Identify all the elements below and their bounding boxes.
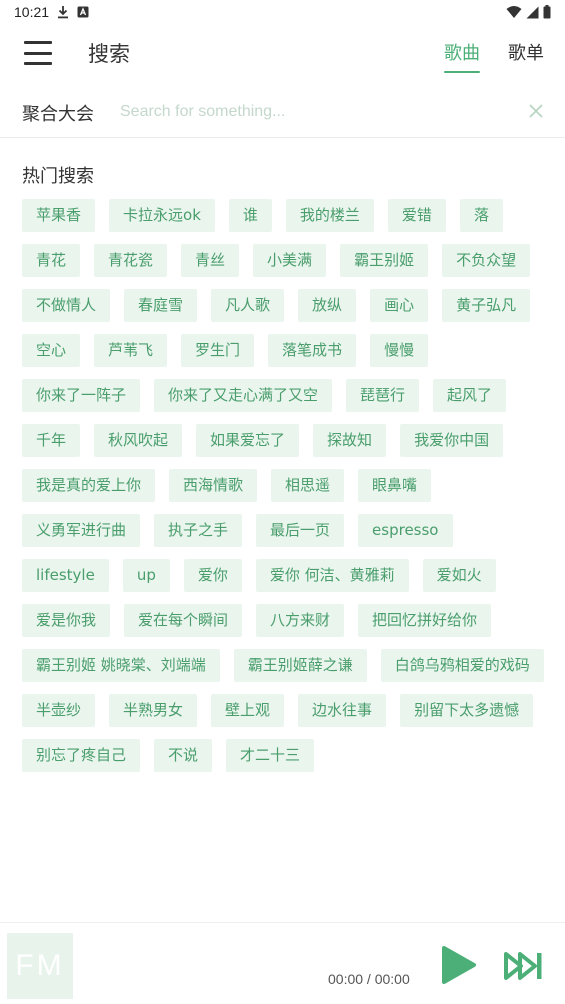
hot-search-tag[interactable]: 秋风吹起 (94, 424, 183, 457)
hot-search-tag[interactable]: 起风了 (433, 379, 507, 412)
hot-search-tag[interactable]: 执子之手 (154, 514, 243, 547)
hot-search-tag[interactable]: 爱你 何洁、黄雅莉 (255, 559, 409, 592)
hot-search-tag[interactable]: 春庭雪 (124, 289, 198, 322)
status-time: 10:21 (14, 4, 50, 20)
clear-icon[interactable] (527, 102, 545, 120)
hot-search-tag[interactable]: 霸王别姬薛之谦 (233, 649, 367, 682)
hot-search-tag[interactable]: 青丝 (181, 244, 240, 277)
tab-playlists[interactable]: 歌单 (508, 39, 544, 65)
notification-a-icon (77, 6, 89, 18)
hot-search-tags: 苹果香 卡拉永远ok 谁我的楼兰 爱错落青花 青花瓷 青丝 小美满 霸王别姬 不负众望不做情人春… (22, 199, 547, 772)
tab-songs-label: 歌曲 (444, 43, 480, 64)
hot-search-tag[interactable]: 爱你 (183, 559, 242, 592)
hot-search-tag[interactable]: 谁 (228, 199, 272, 232)
hot-search-tag[interactable]: 卡拉永远ok (109, 199, 215, 232)
hot-search-tag[interactable]: 壁上观 (211, 694, 285, 727)
search-input[interactable] (120, 98, 515, 126)
hot-search-tag[interactable]: 画心 (370, 289, 429, 322)
hot-search-tag[interactable]: 爱在每个瞬间 (124, 604, 243, 637)
hot-search-tag[interactable]: 别忘了疼自己 (22, 739, 141, 772)
hot-search-tag[interactable]: 小美满 (253, 244, 327, 277)
hot-search-tag[interactable]: 边水往事 (298, 694, 387, 727)
play-icon[interactable] (441, 945, 477, 985)
tab-songs[interactable]: 歌曲 (444, 39, 480, 73)
signal-icon (526, 6, 539, 19)
hot-search-tag[interactable]: 不做情人 (22, 289, 111, 322)
hot-search-tag[interactable]: 才二十三 (226, 739, 315, 772)
hot-search-tag[interactable]: 不说 (154, 739, 213, 772)
hot-search-tag[interactable]: 如果爱忘了 (196, 424, 300, 457)
hot-search-tag[interactable]: 慢慢 (370, 334, 429, 367)
hot-search-tag[interactable]: 最后一页 (256, 514, 345, 547)
search-bar: 聚合大会 (0, 88, 565, 138)
page-title: 搜索 (88, 42, 130, 66)
hot-search-tag[interactable]: 半壶纱 (22, 694, 96, 727)
hot-search-tag[interactable]: 爱是你我 (22, 604, 111, 637)
hot-search-tag[interactable]: 我的楼兰 (285, 199, 374, 232)
status-bar: 10:21 (0, 0, 565, 24)
playback-time: 00:00 / 00:00 (328, 971, 410, 987)
hot-search-tag[interactable]: 黄子弘凡 (442, 289, 531, 322)
hot-search-tag[interactable]: 不负众望 (442, 244, 531, 277)
hot-search-tag[interactable]: 眼鼻嘴 (358, 469, 432, 502)
search-source-selector[interactable]: 聚合大会 (22, 100, 94, 126)
hot-search-tag[interactable]: 你来了一阵子 (22, 379, 141, 412)
next-track-icon[interactable] (504, 951, 544, 981)
hot-search-tag[interactable]: espresso (358, 514, 453, 547)
hot-search-tag[interactable]: 义勇军进行曲 (22, 514, 141, 547)
hot-search-tag[interactable]: 罗生门 (181, 334, 255, 367)
hot-search-tag[interactable]: 空心 (22, 334, 81, 367)
hot-search-title: 热门搜索 (22, 166, 94, 187)
hot-search-tag[interactable]: 八方来财 (256, 604, 345, 637)
tab-playlists-label: 歌单 (508, 43, 544, 64)
hot-search-tag[interactable]: 半熟男女 (109, 694, 198, 727)
hot-search-tag[interactable]: 霸王别姬 (340, 244, 429, 277)
hot-search-tag[interactable]: 你来了又走心满了又空 (154, 379, 333, 412)
player-bar: FM 00:00 / 00:00 (0, 922, 565, 1004)
wifi-icon (506, 5, 522, 19)
battery-icon (543, 5, 551, 19)
hot-search-tag[interactable]: 霸王别姬 姚晓棠、刘端端 (22, 649, 220, 682)
hot-search-tag[interactable]: up (122, 559, 170, 592)
hot-search-tag[interactable]: 探故知 (313, 424, 387, 457)
hot-search-tag[interactable]: 爱如火 (422, 559, 496, 592)
hot-search-tag[interactable]: 白鸽乌鸦相爱的戏码 (380, 649, 544, 682)
hot-search-tag[interactable]: 落笔成书 (268, 334, 357, 367)
hot-search-tag[interactable]: lifestyle (22, 559, 109, 592)
hot-search-tag[interactable]: 芦苇飞 (94, 334, 168, 367)
app-bar: 搜索 歌曲 歌单 (0, 24, 565, 82)
hot-search-tag[interactable]: 我是真的爱上你 (22, 469, 156, 502)
hot-search-tag[interactable]: 爱错 (387, 199, 446, 232)
album-cover[interactable]: FM (7, 933, 73, 999)
hot-search-tag[interactable]: 凡人歌 (211, 289, 285, 322)
hot-search-tag[interactable]: 落 (459, 199, 503, 232)
hot-search-tag[interactable]: 千年 (22, 424, 81, 457)
hot-search-tag[interactable]: 放纵 (298, 289, 357, 322)
hot-search-tag[interactable]: 西海情歌 (169, 469, 258, 502)
hot-search-tag[interactable]: 苹果香 (22, 199, 96, 232)
hot-search-tag[interactable]: 相思遥 (271, 469, 345, 502)
hot-search-tag[interactable]: 我爱你中国 (400, 424, 504, 457)
hot-search-tag[interactable]: 把回忆拼好给你 (358, 604, 492, 637)
hot-search-tag[interactable]: 青花 (22, 244, 81, 277)
hot-search-tag[interactable]: 别留下太多遗憾 (400, 694, 534, 727)
active-tab-indicator (444, 71, 480, 73)
hot-search-tag[interactable]: 青花瓷 (94, 244, 168, 277)
download-icon (57, 5, 69, 19)
menu-icon[interactable] (24, 41, 52, 65)
hot-search-tag[interactable]: 琵琶行 (346, 379, 420, 412)
